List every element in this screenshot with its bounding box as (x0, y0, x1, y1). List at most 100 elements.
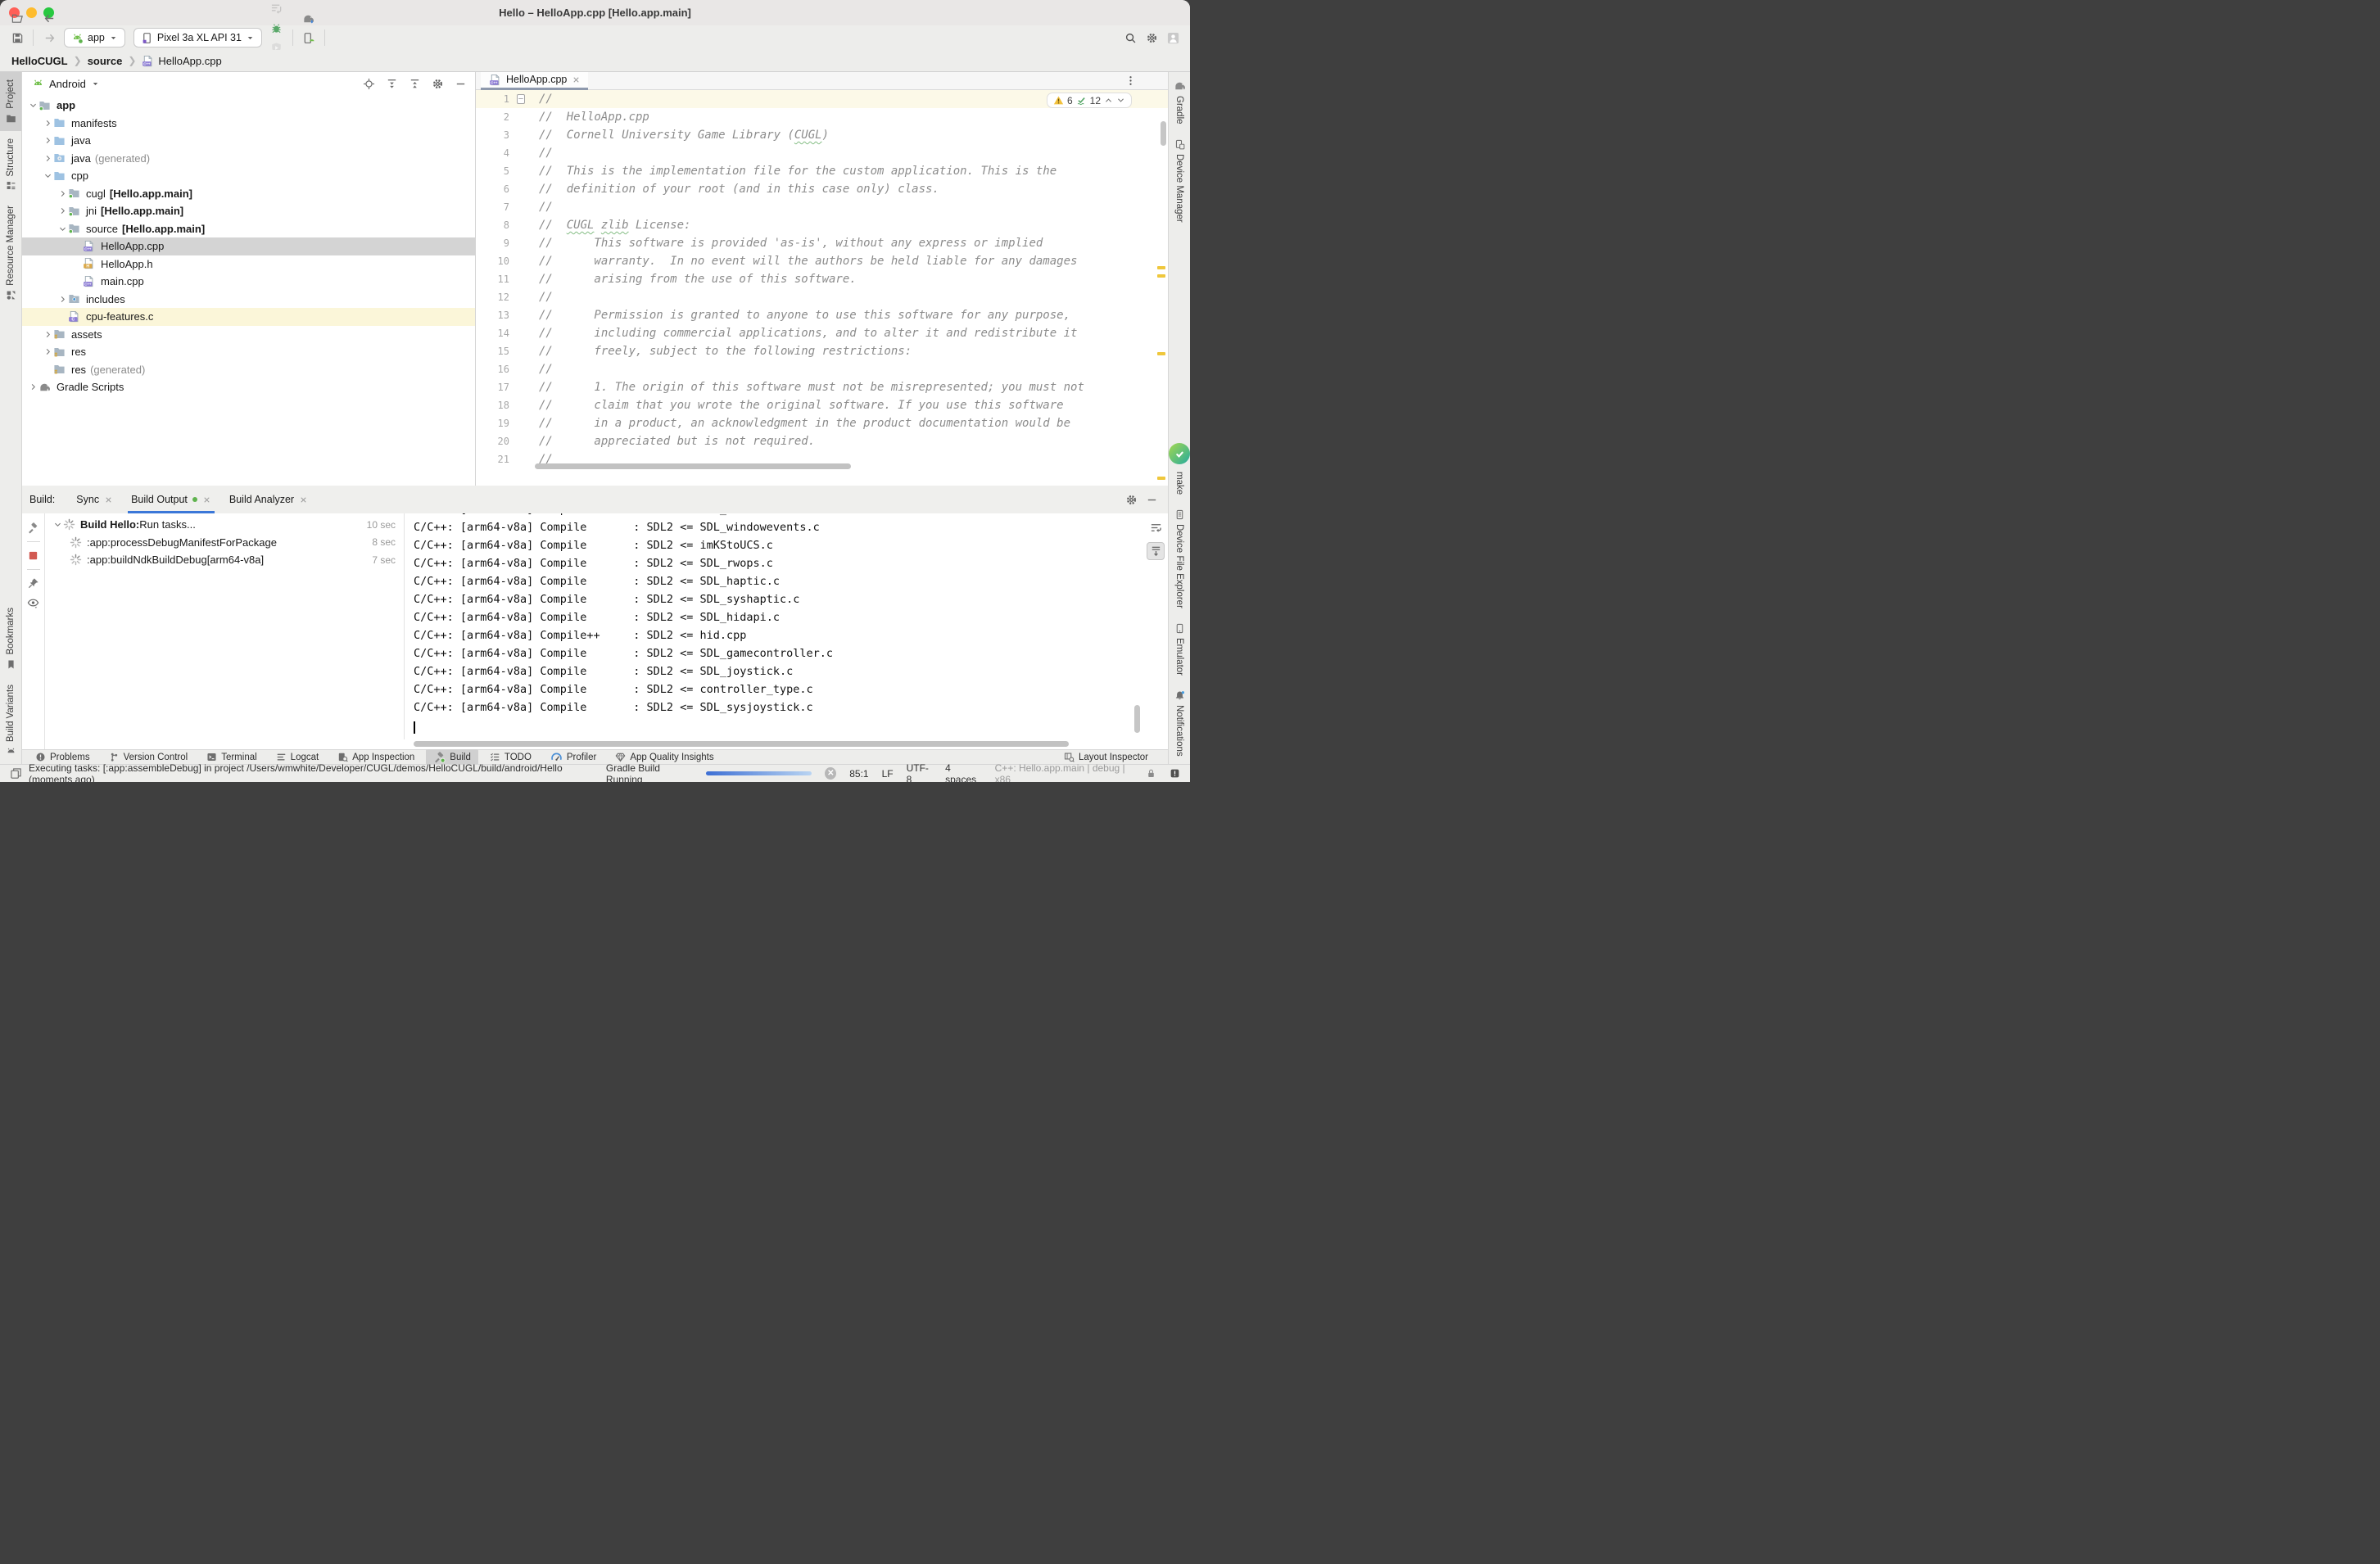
build-tab-build-analyzer[interactable]: Build Analyzer (226, 486, 311, 513)
warning-stripe-mark[interactable] (1157, 266, 1165, 269)
editor-line-12[interactable]: 12// (476, 288, 1168, 306)
build-task-row[interactable]: Build Hello: Run tasks...10 sec (45, 516, 404, 534)
save-all-icon[interactable] (7, 28, 28, 47)
expand-arrow-icon[interactable] (27, 382, 38, 393)
editor-line-11[interactable]: 11// arising from the use of this softwa… (476, 270, 1168, 288)
tree-item-app[interactable]: app (22, 97, 475, 115)
back-icon[interactable] (38, 8, 60, 28)
expand-arrow-icon[interactable] (42, 346, 53, 358)
device-select[interactable]: Pixel 3a XL API 31 (133, 28, 262, 47)
tool-strip-item-bookmarks[interactable]: Bookmarks (0, 600, 21, 677)
tool-strip-item-project[interactable]: Project (0, 72, 21, 131)
editor-line-9[interactable]: 9// This software is provided 'as-is', w… (476, 234, 1168, 252)
select-opened-file-button[interactable] (359, 75, 378, 93)
window-icon[interactable] (10, 767, 22, 780)
editor-line-19[interactable]: 19// in a product, an acknowledgment in … (476, 414, 1168, 432)
editor-line-6[interactable]: 6// definition of your root (and in this… (476, 180, 1168, 198)
settings-button[interactable] (1141, 28, 1162, 47)
console-vertical-scrollbar[interactable] (1134, 705, 1140, 733)
breadcrumb-folder[interactable]: source (88, 55, 123, 67)
close-icon[interactable] (202, 495, 211, 504)
editor-line-8[interactable]: 8// CUGL zlib License: (476, 216, 1168, 234)
file-encoding[interactable]: UTF-8 (907, 762, 933, 783)
hide-panel-button[interactable] (450, 75, 470, 93)
editor-line-7[interactable]: 7// (476, 198, 1168, 216)
expand-arrow-icon[interactable] (57, 206, 68, 217)
soft-wrap-button[interactable] (1147, 518, 1165, 536)
editor-line-4[interactable]: 4// (476, 144, 1168, 162)
tree-item-java[interactable]: java(generated) (22, 150, 475, 168)
editor-line-15[interactable]: 15// freely, subject to the following re… (476, 342, 1168, 360)
tool-strip-item-notifications[interactable]: Notifications (1169, 683, 1190, 764)
tree-item-includes[interactable]: includes (22, 291, 475, 309)
collapse-all-button[interactable] (405, 75, 424, 93)
tree-item-main-cpp[interactable]: C++main.cpp (22, 273, 475, 291)
lock-icon[interactable] (1146, 768, 1156, 779)
caret-position[interactable]: 85:1 (849, 768, 868, 780)
editor-line-2[interactable]: 2// HelloApp.cpp (476, 108, 1168, 126)
tree-item-helloapp-h[interactable]: HHelloApp.h (22, 255, 475, 273)
run-configuration-select[interactable]: app (64, 28, 125, 47)
profile-avatar[interactable] (1162, 28, 1183, 47)
tree-item-assets[interactable]: assets (22, 326, 475, 344)
editor-horizontal-scrollbar[interactable] (535, 463, 851, 469)
editor-line-17[interactable]: 17// 1. The origin of this software must… (476, 378, 1168, 396)
chevron-down-icon[interactable] (1116, 96, 1125, 105)
pin-tab-button[interactable] (27, 577, 39, 590)
expand-arrow-icon[interactable] (57, 188, 68, 199)
expand-all-button[interactable] (382, 75, 401, 93)
make-button[interactable]: make (1169, 436, 1190, 502)
tool-strip-item-emulator[interactable]: Emulator (1169, 616, 1190, 683)
close-icon[interactable] (572, 75, 581, 84)
expand-arrow-icon[interactable] (57, 293, 68, 305)
hide-build-button[interactable] (1146, 494, 1158, 506)
editor-line-16[interactable]: 16// (476, 360, 1168, 378)
tool-strip-item-device-manager[interactable]: Device Manager (1169, 132, 1190, 230)
tree-item-jni[interactable]: jni[Hello.app.main] (22, 202, 475, 220)
search-everywhere-button[interactable] (1120, 28, 1141, 47)
chevron-down-icon[interactable] (91, 79, 100, 88)
editor-line-3[interactable]: 3// Cornell University Game Library (CUG… (476, 126, 1168, 144)
status-message[interactable]: Executing tasks: [:app:assembleDebug] in… (29, 762, 600, 783)
tree-item-gradle-scripts[interactable]: Gradle Scripts (22, 378, 475, 396)
tree-item-cpu-features-c[interactable]: Ccpu-features.c (22, 308, 475, 326)
build-task-row[interactable]: :app:processDebugManifestForPackage8 sec (45, 534, 404, 552)
tree-item-helloapp-cpp[interactable]: C++HelloApp.cpp (22, 237, 475, 255)
expand-arrow-icon[interactable] (42, 328, 53, 340)
chevron-up-icon[interactable] (1104, 96, 1113, 105)
debug-button[interactable] (266, 18, 287, 38)
breadcrumb-project[interactable]: HelloCUGL (11, 55, 68, 67)
expand-arrow-icon[interactable] (42, 135, 53, 147)
scroll-to-end-button[interactable] (1147, 542, 1165, 560)
tool-strip-item-device-file-explorer[interactable]: Device File Explorer (1169, 502, 1190, 616)
close-icon[interactable] (104, 495, 113, 504)
build-tab-build-output[interactable]: Build Output (128, 486, 215, 513)
expand-arrow-icon[interactable] (42, 152, 53, 164)
editor-line-5[interactable]: 5// This is the implementation file for … (476, 162, 1168, 180)
collapse-arrow-icon[interactable] (52, 519, 63, 531)
stop-build-button[interactable] (27, 549, 39, 562)
tree-item-cpp[interactable]: cpp (22, 167, 475, 185)
tree-item-manifests[interactable]: manifests (22, 115, 475, 133)
collapse-arrow-icon[interactable] (57, 223, 68, 234)
gradle-sync-button[interactable] (298, 8, 319, 28)
tool-strip-item-gradle[interactable]: Gradle (1169, 72, 1190, 132)
editor-line-13[interactable]: 13// Permission is granted to anyone to … (476, 306, 1168, 324)
tab-options-icon[interactable] (1124, 75, 1137, 87)
cancel-build-button[interactable]: ✕ (825, 767, 836, 780)
tree-item-cugl[interactable]: cugl[Hello.app.main] (22, 185, 475, 203)
editor-line-18[interactable]: 18// claim that you wrote the original s… (476, 396, 1168, 414)
console-horizontal-scrollbar[interactable] (414, 741, 1069, 747)
close-icon[interactable] (299, 495, 308, 504)
notifications-icon[interactable] (1170, 768, 1180, 779)
collapse-arrow-icon[interactable] (27, 100, 38, 111)
project-view-mode[interactable]: Android (49, 78, 86, 90)
open-project-icon[interactable] (7, 8, 28, 28)
editor-tab-helloapp-cpp[interactable]: C++ HelloApp.cpp (481, 72, 588, 90)
inspection-widget[interactable]: 6 12 (1047, 93, 1132, 108)
tool-strip-item-structure[interactable]: Structure (0, 131, 21, 199)
tool-strip-item-build-variants[interactable]: Build Variants (0, 677, 21, 764)
editor-line-20[interactable]: 20// appreciated but is not required. (476, 432, 1168, 450)
expand-arrow-icon[interactable] (42, 117, 53, 129)
title-bar[interactable]: Hello – HelloApp.cpp [Hello.app.main] (0, 0, 1190, 25)
